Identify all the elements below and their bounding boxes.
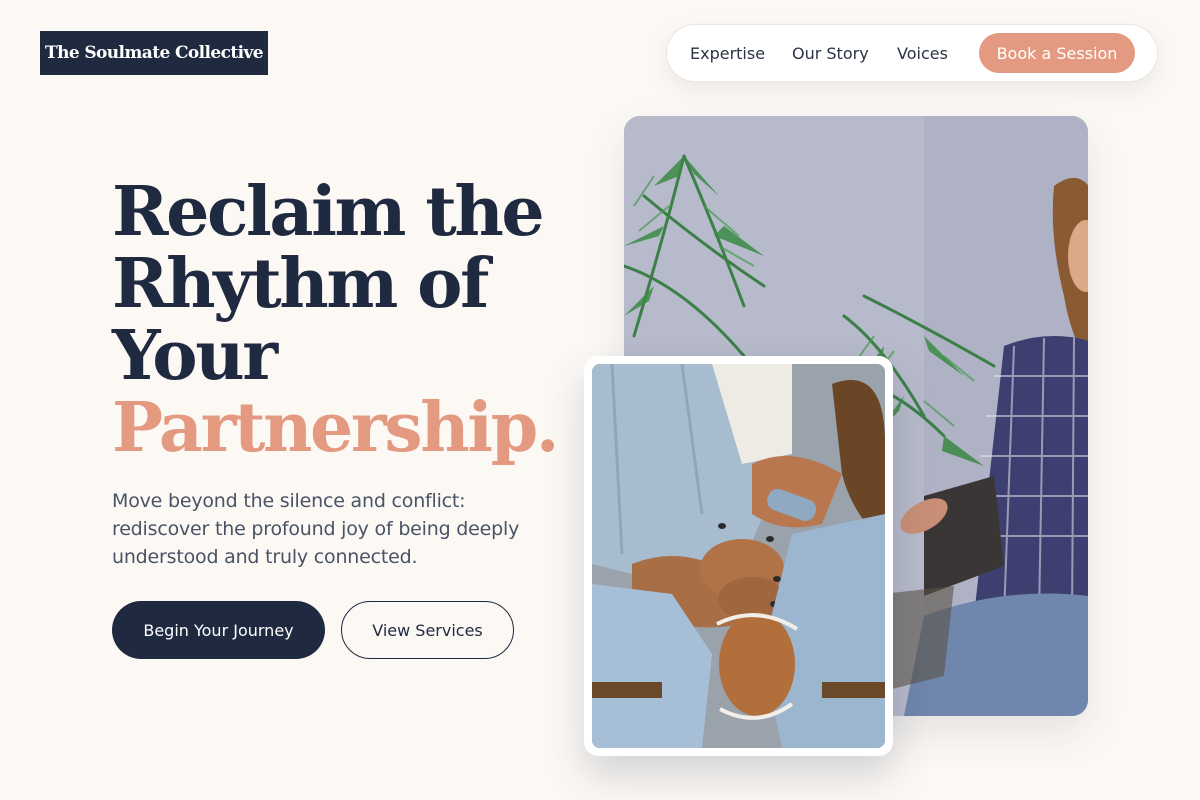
brand-logo[interactable]: The Soulmate Collective xyxy=(40,31,268,75)
book-session-button[interactable]: Book a Session xyxy=(979,33,1135,73)
nav-link-expertise[interactable]: Expertise xyxy=(690,25,765,81)
hero-title-line-2: Rhythm of xyxy=(112,244,489,324)
nav-link-our-story[interactable]: Our Story xyxy=(792,25,869,81)
hero-title-line-3: Your xyxy=(112,316,278,396)
holding-hands-photo xyxy=(592,364,885,748)
nav-link-voices[interactable]: Voices xyxy=(897,25,948,81)
landing-page: The Soulmate Collective Expertise Our St… xyxy=(0,0,1200,800)
hero-title-accent: Partnership. xyxy=(112,388,560,468)
view-services-button[interactable]: View Services xyxy=(341,601,514,659)
hero-subtitle: Move beyond the silence and conflict: re… xyxy=(112,490,520,568)
begin-journey-button[interactable]: Begin Your Journey xyxy=(112,601,325,659)
main-nav: Expertise Our Story Voices Book a Sessio… xyxy=(666,24,1158,82)
hero-title: Reclaim the Rhythm of Your Partnership. xyxy=(112,172,560,468)
holding-hands-photo-frame xyxy=(584,356,893,756)
hero-title-line-1: Reclaim the xyxy=(112,172,545,252)
